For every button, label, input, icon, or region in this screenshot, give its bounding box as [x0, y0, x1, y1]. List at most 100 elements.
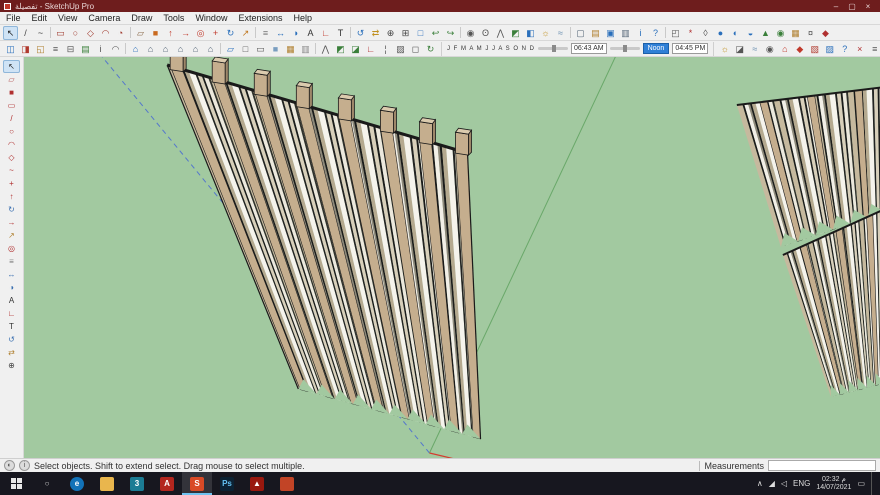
follow-me-tool-icon[interactable]: →: [178, 26, 193, 40]
model-info-icon[interactable]: i: [633, 26, 648, 40]
textured-mode-icon[interactable]: ▦: [283, 42, 298, 56]
follow-me-tool-icon[interactable]: →: [3, 216, 20, 229]
pan-tool-icon[interactable]: ⇄: [368, 26, 383, 40]
polygon-tool-icon[interactable]: ◇: [83, 26, 98, 40]
position-camera-icon[interactable]: ◉: [463, 26, 478, 40]
purge-icon[interactable]: ×: [852, 42, 867, 56]
materials-panel-icon[interactable]: ◨: [18, 42, 33, 56]
previous-view-icon[interactable]: ↩: [428, 26, 443, 40]
match-photo-icon[interactable]: ◉: [762, 42, 777, 56]
app-red-tool[interactable]: [272, 472, 302, 495]
arc-tool-icon[interactable]: ◠: [98, 26, 113, 40]
solid-union-icon[interactable]: ●: [713, 26, 728, 40]
volume-icon[interactable]: ◁: [781, 479, 787, 488]
line-tool-icon[interactable]: /: [18, 26, 33, 40]
outliner-panel-icon[interactable]: ⊟: [63, 42, 78, 56]
geolocation-icon[interactable]: ◐: [4, 460, 15, 471]
x-ray-mode-icon[interactable]: ▱: [223, 42, 238, 56]
hidden-geometry-icon[interactable]: ▨: [393, 42, 408, 56]
hidden-line-mode-icon[interactable]: ▭: [253, 42, 268, 56]
network-icon[interactable]: ◢: [769, 479, 775, 488]
soften-edges-icon[interactable]: ◠: [108, 42, 123, 56]
menu-item-file[interactable]: File: [6, 13, 21, 23]
dimension-tool-icon[interactable]: ↔: [273, 26, 288, 40]
3d-text-tool-icon[interactable]: T: [333, 26, 348, 40]
shadow-date-slider[interactable]: [538, 47, 568, 50]
app-sketchup[interactable]: S: [182, 472, 212, 495]
menu-item-window[interactable]: Window: [195, 13, 227, 23]
hidden-icons-chevron[interactable]: ∧: [757, 479, 763, 488]
model-viewport[interactable]: [24, 57, 880, 458]
language-indicator[interactable]: ENG: [793, 479, 810, 488]
app-browser[interactable]: e: [62, 472, 92, 495]
zoom-window-icon[interactable]: ⊞: [398, 26, 413, 40]
extension-warehouse-icon[interactable]: ◆: [792, 42, 807, 56]
minimize-button[interactable]: –: [828, 2, 844, 11]
axes-tool-icon[interactable]: ∟: [318, 26, 333, 40]
push-pull-tool-icon[interactable]: ↑: [163, 26, 178, 40]
axes-tool-icon[interactable]: ∟: [3, 307, 20, 320]
zoom-tool-icon[interactable]: ⊕: [3, 359, 20, 372]
start-button[interactable]: [0, 472, 32, 495]
paint-bucket-icon[interactable]: ■: [148, 26, 163, 40]
unhide-icon[interactable]: ◻: [408, 42, 423, 56]
freehand-tool-icon[interactable]: ~: [33, 26, 48, 40]
shadow-start-time[interactable]: 06:43 AM: [571, 43, 607, 54]
time-slider-thumb[interactable]: [623, 45, 627, 52]
components-panel-icon[interactable]: ◱: [33, 42, 48, 56]
text-tool-icon[interactable]: A: [3, 294, 20, 307]
save-file-icon[interactable]: ▣: [603, 26, 618, 40]
offset-tool-icon[interactable]: ◎: [193, 26, 208, 40]
circle-tool-icon[interactable]: ○: [68, 26, 83, 40]
select-tool-icon[interactable]: ↖: [3, 60, 20, 73]
rotate-tool-icon[interactable]: ↻: [3, 203, 20, 216]
polygon-tool-icon[interactable]: ◇: [3, 151, 20, 164]
next-view-icon[interactable]: ↪: [443, 26, 458, 40]
tape-measure-icon[interactable]: ≡: [258, 26, 273, 40]
menu-item-draw[interactable]: Draw: [131, 13, 152, 23]
scale-tool-icon[interactable]: ↗: [238, 26, 253, 40]
taskbar-clock[interactable]: 02:32 م 14/07/2021: [816, 476, 851, 492]
wireframe-mode-icon[interactable]: □: [238, 42, 253, 56]
section-cuts-icon[interactable]: ◪: [348, 42, 363, 56]
zoom-in-tool-icon[interactable]: ⊕: [383, 26, 398, 40]
action-center-icon[interactable]: ▭: [857, 479, 865, 488]
print-icon[interactable]: ▥: [618, 26, 633, 40]
shadow-end-time[interactable]: 04:45 PM: [672, 43, 708, 54]
move-tool-icon[interactable]: +: [208, 26, 223, 40]
app-autocad[interactable]: A: [152, 472, 182, 495]
protractor-tool-icon[interactable]: ◑: [288, 26, 303, 40]
app-3ds-max[interactable]: 3: [122, 472, 152, 495]
rotate-tool-icon[interactable]: ↻: [223, 26, 238, 40]
show-desktop-button[interactable]: [871, 472, 875, 495]
photo-textures-icon[interactable]: ▦: [788, 26, 803, 40]
section-display-icon[interactable]: ◩: [333, 42, 348, 56]
iso-view-icon[interactable]: ⌂: [128, 42, 143, 56]
open-file-icon[interactable]: ▤: [588, 26, 603, 40]
freehand-tool-icon[interactable]: ~: [3, 164, 20, 177]
menu-item-help[interactable]: Help: [293, 13, 312, 23]
orbit-tool-icon[interactable]: ↺: [3, 333, 20, 346]
pie-tool-icon[interactable]: ◔: [113, 26, 128, 40]
make-group-icon[interactable]: ◰: [668, 26, 683, 40]
top-view-icon[interactable]: ⌂: [143, 42, 158, 56]
statistics-icon[interactable]: ≡: [867, 42, 880, 56]
make-component-icon[interactable]: ◫: [3, 42, 18, 56]
intersect-icon[interactable]: ◊: [698, 26, 713, 40]
menu-item-camera[interactable]: Camera: [88, 13, 120, 23]
arc-tool-icon[interactable]: ◠: [3, 138, 20, 151]
shadows-toggle-icon[interactable]: ☼: [538, 26, 553, 40]
dimension-tool-icon[interactable]: ↔: [3, 268, 20, 281]
guides-icon[interactable]: ¦: [378, 42, 393, 56]
axes-display-icon[interactable]: ∟: [363, 42, 378, 56]
layers-panel-icon[interactable]: ≡: [48, 42, 63, 56]
orbit-tool-icon[interactable]: ↺: [353, 26, 368, 40]
3d-text-tool-icon[interactable]: T: [3, 320, 20, 333]
close-button[interactable]: ×: [860, 2, 876, 11]
measurements-input[interactable]: [768, 460, 876, 471]
right-view-icon[interactable]: ⌂: [173, 42, 188, 56]
menu-item-edit[interactable]: Edit: [32, 13, 48, 23]
protractor-tool-icon[interactable]: ◑: [3, 281, 20, 294]
scale-tool-icon[interactable]: ↗: [3, 229, 20, 242]
sandbox-icon[interactable]: ▲: [758, 26, 773, 40]
